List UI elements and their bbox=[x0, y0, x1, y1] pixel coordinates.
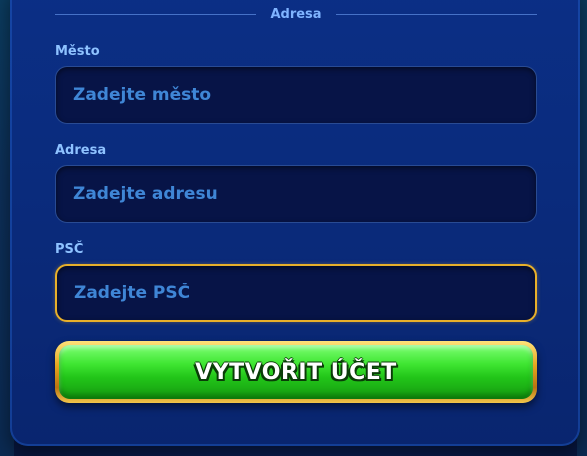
address-label: Adresa bbox=[55, 143, 107, 158]
address-input[interactable] bbox=[56, 166, 536, 222]
city-field[interactable] bbox=[55, 66, 537, 124]
create-account-button[interactable]: VYTVOŘIT ÚČET bbox=[59, 345, 533, 399]
city-input[interactable] bbox=[56, 67, 536, 123]
create-account-label: VYTVOŘIT ÚČET bbox=[195, 359, 397, 385]
divider-right bbox=[335, 13, 538, 15]
city-label: Město bbox=[55, 44, 100, 59]
postal-code-label: PSČ bbox=[55, 242, 84, 257]
section-header: Adresa bbox=[55, 4, 538, 24]
divider-left bbox=[55, 13, 257, 15]
section-title: Adresa bbox=[270, 6, 322, 22]
postal-code-field[interactable] bbox=[55, 264, 537, 322]
create-account-button-frame: VYTVOŘIT ÚČET bbox=[55, 341, 537, 403]
postal-code-input[interactable] bbox=[57, 266, 535, 320]
address-field[interactable] bbox=[55, 165, 537, 223]
